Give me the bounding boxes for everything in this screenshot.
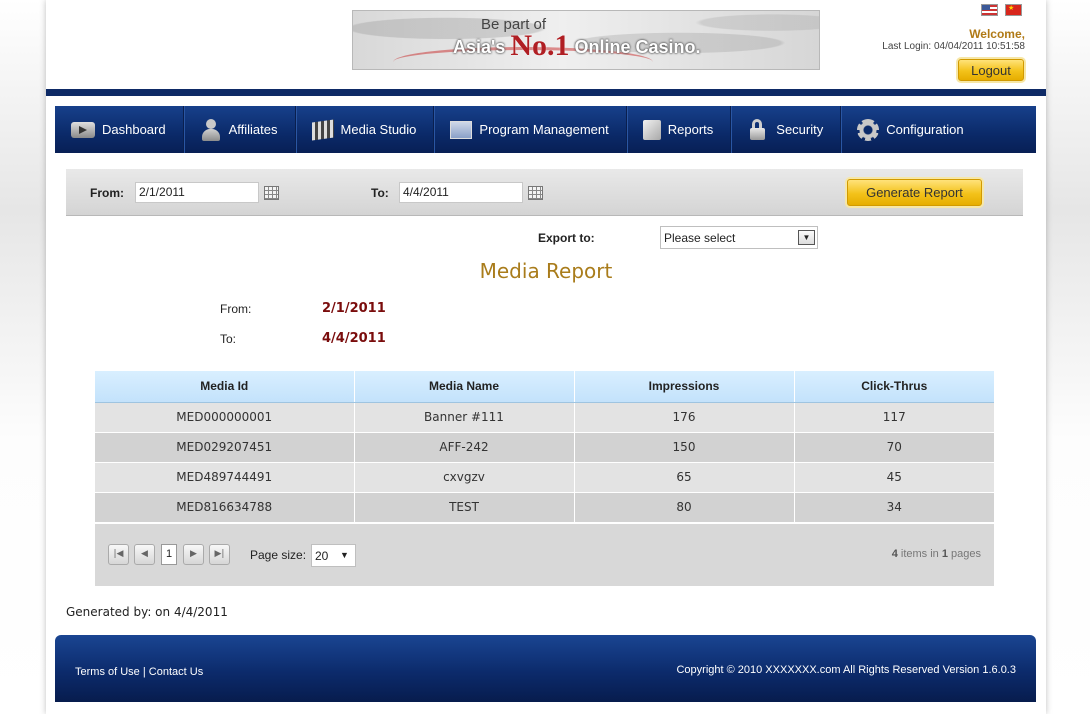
current-page-button[interactable]: 1: [161, 543, 177, 565]
nav-program-management-label: Program Management: [479, 122, 609, 137]
generated-by-text: Generated by: on 4/4/2011: [66, 605, 228, 619]
cell-click-thrus: 70: [794, 432, 994, 463]
export-select[interactable]: Please select ▼: [660, 226, 818, 249]
column-header-media-name[interactable]: Media Name: [354, 371, 575, 403]
cell-impressions: 176: [574, 402, 795, 433]
banner-casino: Online Casino.: [574, 37, 701, 57]
report-to-label: To:: [220, 332, 237, 346]
nav-security-label: Security: [776, 122, 824, 137]
affiliates-icon: [200, 118, 222, 141]
cell-media-id: MED029207451: [95, 432, 355, 463]
last-login-text: Last Login: 04/04/2011 10:51:58: [882, 41, 1025, 52]
next-page-icon[interactable]: ▶: [183, 543, 204, 565]
from-date-input[interactable]: 2/1/2011: [135, 182, 259, 203]
casino-banner[interactable]: Be part of Asia's No.1 Online Casino.: [352, 10, 820, 70]
generate-report-button[interactable]: Generate Report: [847, 179, 982, 206]
table-row[interactable]: MED489744491 cxvgzv 65 45: [95, 462, 994, 493]
chevron-down-icon[interactable]: ▼: [336, 548, 353, 563]
nav-configuration[interactable]: Configuration: [841, 106, 980, 153]
cell-media-name: TEST: [354, 492, 575, 523]
cell-impressions: 150: [574, 432, 795, 463]
nav-affiliates[interactable]: Affiliates: [184, 106, 296, 153]
report-to-value: 4/4/2011: [322, 331, 386, 346]
banner-asia: Asia's: [453, 37, 506, 57]
header-divider: [46, 89, 1046, 96]
export-label: Export to:: [538, 231, 595, 245]
column-header-impressions[interactable]: Impressions: [574, 371, 795, 403]
banner-no1: No.1: [510, 29, 570, 62]
welcome-text: Welcome,: [969, 27, 1025, 41]
nav-affiliates-label: Affiliates: [228, 122, 278, 137]
page-size-select[interactable]: 20 ▼: [311, 543, 356, 567]
chevron-down-icon[interactable]: ▼: [798, 230, 815, 245]
cell-click-thrus: 117: [794, 402, 994, 433]
media-studio-icon: [311, 118, 334, 141]
report-from-label: From:: [220, 302, 252, 316]
nav-media-studio[interactable]: Media Studio: [296, 106, 435, 153]
export-select-value: Please select: [664, 231, 736, 245]
cell-impressions: 65: [574, 462, 795, 493]
pager: |◀ ◀ 1 ▶ ▶| Page size: 20 ▼ 4 items in 1…: [95, 522, 994, 586]
table-header-row: Media Id Media Name Impressions Click-Th…: [95, 371, 994, 403]
cell-media-name: AFF-242: [354, 432, 575, 463]
from-calendar-icon[interactable]: [264, 186, 279, 200]
from-date-label: From:: [90, 186, 124, 200]
first-page-icon[interactable]: |◀: [108, 543, 129, 565]
nav-security[interactable]: Security: [731, 106, 842, 153]
nav-dashboard[interactable]: Dashboard: [55, 106, 184, 153]
banner-line2: Asia's No.1 Online Casino.: [453, 29, 701, 63]
contact-us-link[interactable]: Contact Us: [149, 666, 203, 678]
media-report-grid: Media Id Media Name Impressions Click-Th…: [95, 371, 994, 586]
last-page-icon[interactable]: ▶|: [209, 543, 230, 565]
to-date-label: To:: [371, 186, 389, 200]
cell-media-id: MED489744491: [95, 462, 355, 493]
table-row[interactable]: MED029207451 AFF-242 150 70: [95, 432, 994, 463]
language-flags: [981, 4, 1022, 16]
dashboard-icon: [71, 121, 95, 138]
cell-media-id: MED000000001: [95, 402, 355, 433]
date-filter-bar: From: 2/1/2011 To: 4/4/2011 Generate Rep…: [66, 169, 1023, 216]
nav-reports[interactable]: Reports: [627, 106, 732, 153]
footer-separator: |: [139, 666, 149, 678]
nav-program-management[interactable]: Program Management: [434, 106, 627, 153]
page-container: Be part of Asia's No.1 Online Casino. We…: [46, 0, 1046, 714]
nav-reports-label: Reports: [667, 122, 714, 137]
report-from-value: 2/1/2011: [322, 301, 386, 316]
us-flag-icon[interactable]: [981, 4, 998, 16]
page-size-value: 20: [315, 548, 329, 563]
copyright-text: Copyright © 2010 XXXXXXX.com All Rights …: [676, 664, 1016, 676]
column-header-media-id[interactable]: Media Id: [95, 371, 355, 403]
nav-configuration-label: Configuration: [886, 122, 964, 137]
logout-button[interactable]: Logout: [958, 59, 1024, 81]
lock-icon: [747, 118, 769, 141]
reports-icon: [642, 119, 661, 140]
main-nav: Dashboard Affiliates Media Studio Progra…: [55, 106, 1036, 153]
cell-media-id: MED816634788: [95, 492, 355, 523]
to-calendar-icon[interactable]: [528, 186, 543, 200]
china-flag-icon[interactable]: [1005, 4, 1022, 16]
cell-media-name: Banner #111: [354, 402, 575, 433]
footer: Terms of Use | Contact Us Copyright © 20…: [55, 635, 1036, 702]
table-row[interactable]: MED000000001 Banner #111 176 117: [95, 402, 994, 433]
nav-dashboard-label: Dashboard: [102, 122, 166, 137]
pager-items-text: items in: [897, 547, 942, 560]
cell-impressions: 80: [574, 492, 795, 523]
footer-links: Terms of Use | Contact Us: [75, 664, 203, 678]
cell-click-thrus: 34: [794, 492, 994, 523]
previous-page-icon[interactable]: ◀: [134, 543, 155, 565]
terms-of-use-link[interactable]: Terms of Use: [75, 666, 140, 678]
media-table: Media Id Media Name Impressions Click-Th…: [95, 371, 994, 523]
program-management-icon: [450, 120, 473, 139]
pager-info: 4 items in 1 pages: [892, 548, 981, 560]
nav-media-studio-label: Media Studio: [340, 122, 417, 137]
gear-icon: [857, 118, 880, 141]
page-size-label: Page size:: [250, 547, 307, 562]
pager-pages-text: pages: [947, 547, 981, 560]
cell-media-name: cxvgzv: [354, 462, 575, 493]
to-date-input[interactable]: 4/4/2011: [399, 182, 523, 203]
column-header-click-thrus[interactable]: Click-Thrus: [794, 371, 994, 403]
cell-click-thrus: 45: [794, 462, 994, 493]
table-row[interactable]: MED816634788 TEST 80 34: [95, 492, 994, 523]
report-title: Media Report: [479, 259, 613, 283]
